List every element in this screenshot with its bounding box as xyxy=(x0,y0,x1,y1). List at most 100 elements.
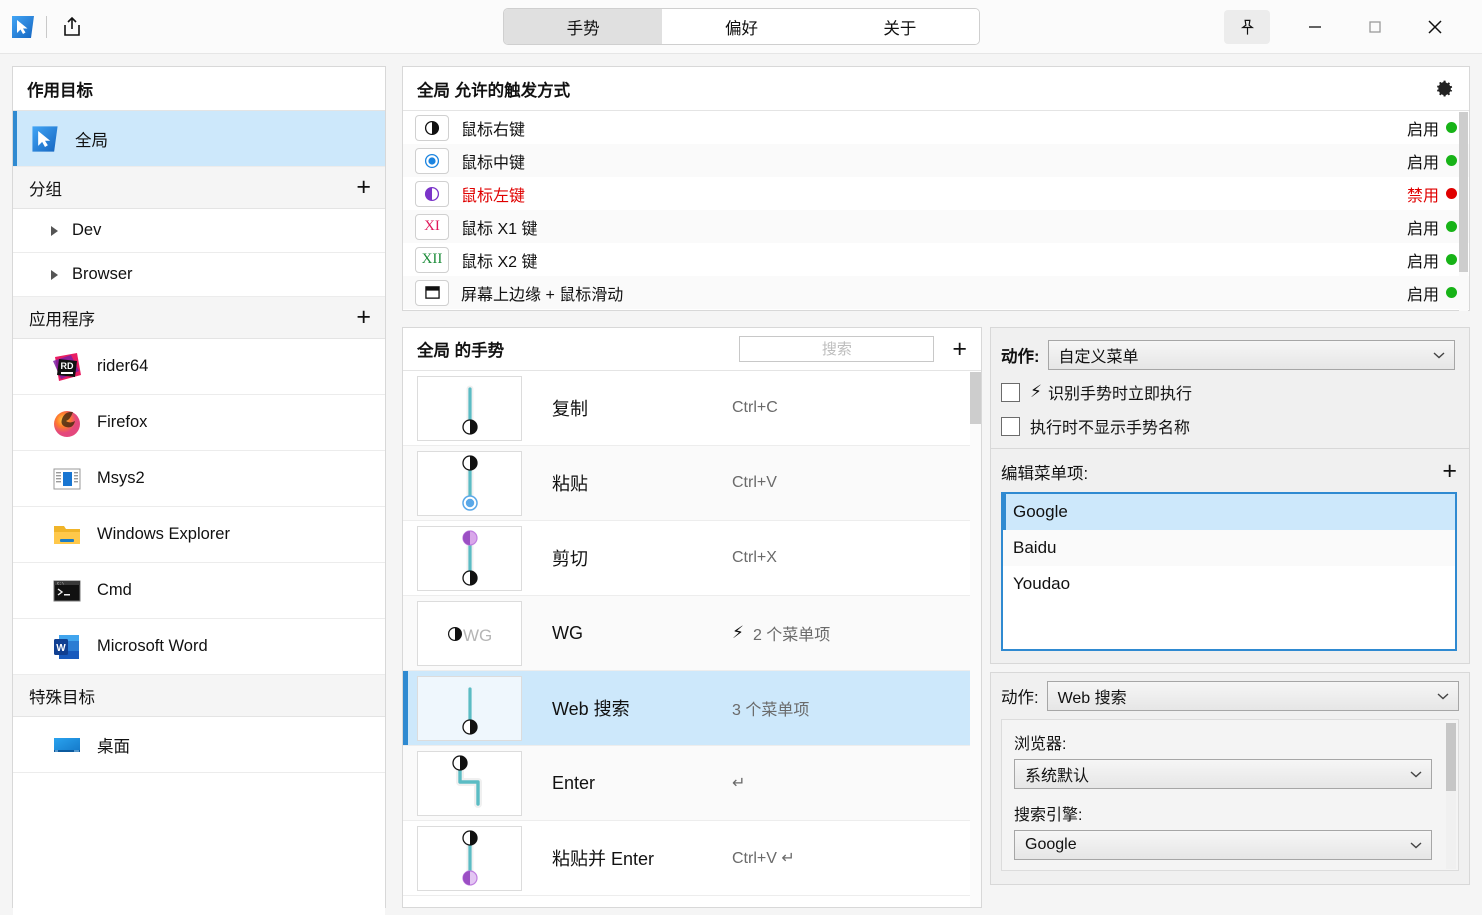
sub-action-value: Web 搜索 xyxy=(1057,690,1127,707)
mouse-middle-icon xyxy=(415,147,449,174)
chevron-right-icon[interactable] xyxy=(51,269,58,280)
gesture-row[interactable]: Enter ↵ xyxy=(403,746,981,821)
trigger-label: 鼠标中键 xyxy=(461,154,526,172)
sub-action-label: 动作: xyxy=(1001,689,1039,707)
gear-icon[interactable] xyxy=(1435,79,1455,99)
trigger-label: 鼠标 X2 键 xyxy=(461,253,538,271)
triggers-scrollbar[interactable] xyxy=(1459,112,1468,311)
sidebar-item-microsoft-word[interactable]: W Microsoft Word xyxy=(13,619,385,675)
mouse-x2-icon: XII xyxy=(415,246,449,273)
checkbox-box[interactable] xyxy=(1001,416,1020,436)
gesture-row[interactable]: 粘贴 Ctrl+V xyxy=(403,446,981,521)
sidebar-item-desktop[interactable]: 桌面 xyxy=(13,717,385,773)
gestures-scrollbar[interactable] xyxy=(970,372,981,907)
checkbox-box[interactable] xyxy=(1001,382,1020,402)
trigger-state: 启用 xyxy=(1406,154,1439,172)
trigger-row[interactable]: 屏幕上边缘 + 鼠标滑动 启用 xyxy=(403,276,1469,309)
gesture-meta: Ctrl+V ↵ xyxy=(732,848,795,868)
bolt-icon: ⚡ xyxy=(732,623,744,642)
tab-gestures[interactable]: 手势 xyxy=(504,9,663,44)
pin-icon[interactable] xyxy=(1224,10,1270,44)
add-gesture-button[interactable]: + xyxy=(952,336,967,362)
maximize-icon[interactable] xyxy=(1352,10,1398,44)
add-app-button[interactable]: + xyxy=(356,305,371,330)
trigger-row[interactable]: XI 鼠标 X1 键 启用 xyxy=(403,210,1469,243)
chevron-down-icon xyxy=(1410,841,1422,849)
trigger-label: 鼠标右键 xyxy=(461,121,526,139)
sidebar-section-special: 特殊目标 xyxy=(13,675,385,717)
group-label: Dev xyxy=(72,221,102,239)
gesture-row[interactable]: 剪切 Ctrl+X xyxy=(403,521,981,596)
add-menu-item-button[interactable]: + xyxy=(1442,459,1457,484)
mouse-x1-icon: XI xyxy=(415,213,449,240)
gesture-thumbnail xyxy=(417,675,522,741)
chevron-down-icon xyxy=(1410,770,1422,778)
gesture-meta: ↵ xyxy=(732,773,745,793)
sidebar: 作用目标 全局 分组 + Dev Browser 应用程序 + RD rider… xyxy=(12,66,386,915)
sidebar-item-cmd[interactable]: C:\ Cmd xyxy=(13,563,385,619)
checkbox-run-immediately[interactable]: ⚡ 识别手势时立即执行 xyxy=(1001,380,1455,404)
window-controls xyxy=(1224,0,1482,54)
gesture-name: Web 搜索 xyxy=(552,699,630,719)
menu-item[interactable]: Google xyxy=(1003,494,1455,530)
gesture-meta-text: ↵ xyxy=(732,775,746,792)
sidebar-item-windows-explorer[interactable]: Windows Explorer xyxy=(13,507,385,563)
sidebar-item-firefox[interactable]: Firefox xyxy=(13,395,385,451)
share-export-icon[interactable] xyxy=(57,12,87,42)
gesture-row[interactable]: Web 搜索 3 个菜单项 xyxy=(403,671,981,746)
options-scrollbar[interactable] xyxy=(1446,723,1456,869)
status-dot xyxy=(1446,254,1457,265)
trigger-row[interactable]: XII 鼠标 X2 键 启用 xyxy=(403,243,1469,276)
app-label: Cmd xyxy=(97,581,132,599)
trigger-label: 屏幕上边缘 + 鼠标滑动 xyxy=(461,286,624,304)
trigger-row[interactable]: 鼠标中键 启用 xyxy=(403,144,1469,177)
sidebar-item-msys2[interactable]: Msys2 xyxy=(13,451,385,507)
gesture-row[interactable]: 复制 Ctrl+C xyxy=(403,371,981,446)
action-select[interactable]: 自定义菜单 xyxy=(1047,340,1455,370)
gesture-meta-text: Ctrl+C xyxy=(732,399,778,416)
app-label: Microsoft Word xyxy=(97,637,208,655)
tab-about[interactable]: 关于 xyxy=(820,9,979,44)
chevron-down-icon xyxy=(1433,351,1445,359)
trigger-label: 鼠标左键 xyxy=(461,187,526,205)
status-dot xyxy=(1446,155,1457,166)
checkbox-hide-name[interactable]: 执行时不显示手势名称 xyxy=(1001,414,1455,438)
gesture-meta-text: Ctrl+V xyxy=(732,474,777,491)
gesture-meta: Ctrl+C xyxy=(732,399,778,417)
sidebar-group-dev[interactable]: Dev xyxy=(13,209,385,253)
tab-preferences[interactable]: 偏好 xyxy=(662,9,821,44)
trigger-row[interactable]: 鼠标右键 启用 xyxy=(403,111,1469,144)
app-label: Windows Explorer xyxy=(97,525,230,543)
search-input[interactable] xyxy=(739,336,935,362)
browser-label: 浏览器: xyxy=(1014,736,1067,753)
chevron-right-icon[interactable] xyxy=(51,225,58,236)
gesture-meta: Ctrl+X xyxy=(732,549,777,567)
app-label: Msys2 xyxy=(97,469,145,487)
title-bar: 手势 偏好 关于 xyxy=(0,0,1482,54)
section-label: 分组 xyxy=(29,180,62,199)
sidebar-empty-area xyxy=(13,773,385,915)
minimize-icon[interactable] xyxy=(1292,10,1338,44)
action-row: 动作: 自定义菜单 xyxy=(1001,340,1455,370)
status-dot xyxy=(1446,188,1457,199)
sub-action-select[interactable]: Web 搜索 xyxy=(1046,681,1459,711)
browser-select[interactable]: 系统默认 xyxy=(1014,759,1432,789)
menu-items-listbox[interactable]: Google Baidu Youdao xyxy=(1001,492,1457,651)
engine-select[interactable]: Google xyxy=(1014,830,1432,860)
gesture-row[interactable]: WG WG ⚡ 2 个菜单项 xyxy=(403,596,981,671)
sidebar-item-rider64[interactable]: RD rider64 xyxy=(13,339,385,395)
sidebar-group-browser[interactable]: Browser xyxy=(13,253,385,297)
app-window: 手势 偏好 关于 作用目标 全局 分组 + Dev Browser 应用程序 +… xyxy=(0,0,1482,915)
svg-text:WG: WG xyxy=(463,626,492,645)
checkbox-label: 执行时不显示手势名称 xyxy=(1030,420,1191,437)
menu-item[interactable]: Baidu xyxy=(1003,530,1455,566)
gesture-meta: ⚡ 2 个菜单项 xyxy=(732,621,830,645)
trigger-row[interactable]: 鼠标左键 禁用 xyxy=(403,177,1469,210)
gesture-row[interactable]: 粘贴并 Enter Ctrl+V ↵ xyxy=(403,821,981,896)
close-icon[interactable] xyxy=(1412,10,1458,44)
sidebar-item-global[interactable]: 全局 xyxy=(13,111,385,167)
gesture-name: 复制 xyxy=(552,399,588,419)
menu-item[interactable]: Youdao xyxy=(1003,566,1455,602)
add-group-button[interactable]: + xyxy=(356,175,371,200)
detail-column: 动作: 自定义菜单 ⚡ 识别手势时立即执行 执行时不显示手势名称 编辑菜单项: … xyxy=(990,327,1470,908)
